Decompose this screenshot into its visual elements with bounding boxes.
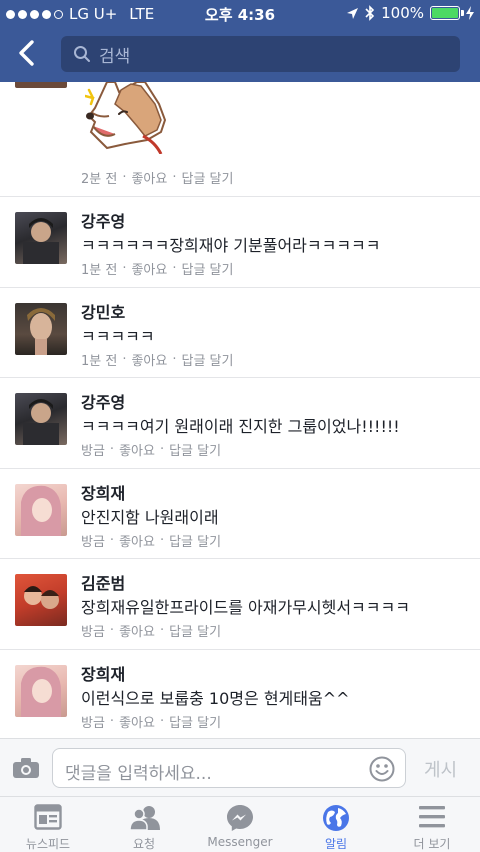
comment-composer: 댓글을 입력하세요... 게시	[0, 738, 480, 796]
back-button[interactable]	[12, 36, 44, 70]
comment-row: 장희재 안진지함 나원래이래 방금 · 좋아요 · 답글 달기	[0, 469, 480, 559]
commenter-name[interactable]: 강주영	[81, 389, 125, 413]
comment-row: 강주영 ㅋㅋㅋㅋ여기 원래이래 진지한 그룹이었나!!!!!! 방금 · 좋아요…	[0, 378, 480, 469]
comment-time: 1분 전	[81, 263, 118, 278]
avatar[interactable]	[15, 303, 67, 355]
top-bar: LG U+ LTE 오후 4:36 100% 검색	[0, 0, 480, 82]
post-button[interactable]: 게시	[424, 756, 457, 782]
comment-meta: 1분 전 · 좋아요 · 답글 달기	[81, 259, 234, 278]
like-link[interactable]: 좋아요	[119, 531, 155, 550]
comment-meta: 방금 · 좋아요 · 답글 달기	[81, 621, 222, 640]
friend-requests-icon	[130, 806, 160, 830]
like-link[interactable]: 좋아요	[119, 440, 155, 459]
avatar[interactable]	[15, 574, 67, 626]
avatar[interactable]	[15, 393, 67, 445]
comment-row: 2분 전 · 좋아요 · 답글 달기	[0, 82, 480, 197]
comments-feed[interactable]: 2분 전 · 좋아요 · 답글 달기 강주영 ㅋㅋㅋㅋㅋㅋ장희재야 기분풀어라ㅋ…	[0, 82, 480, 738]
reply-link[interactable]: 답글 달기	[182, 259, 234, 278]
comment-row: 강주영 ㅋㅋㅋㅋㅋㅋ장희재야 기분풀어라ㅋㅋㅋㅋㅋ 1분 전 · 좋아요 · 답…	[0, 197, 480, 288]
comment-time: 1분 전	[81, 354, 118, 369]
comment-text: 안진지함 나원래이래	[81, 508, 219, 527]
avatar-photo	[23, 399, 59, 445]
avatar-photo	[23, 218, 59, 264]
comment-time: 방금	[81, 716, 105, 731]
globe-icon	[323, 805, 349, 831]
bluetooth-icon	[365, 5, 375, 21]
menu-icon	[419, 806, 445, 828]
comment-text: ㅋㅋㅋㅋㅋㅋ장희재야 기분풀어라ㅋㅋㅋㅋㅋ	[81, 236, 381, 255]
tab-requests[interactable]: 요청	[96, 797, 192, 852]
avatar-photo	[27, 308, 55, 355]
tab-bar: 뉴스피드 요청 Messenger 알림 더 보기	[0, 796, 480, 852]
comment-text: 장희재유일한프라이드를 아재가무시헷서ㅋㅋㅋㅋ	[81, 598, 410, 617]
comment-meta: 방금 · 좋아요 · 답글 달기	[81, 440, 222, 459]
comment-row: 장희재 이런식으로 보룹충 10명은 현게태움^^ 방금 · 좋아요 · 답글 …	[0, 650, 480, 738]
newsfeed-icon	[34, 804, 62, 830]
avatar[interactable]	[15, 484, 67, 536]
reply-link[interactable]: 답글 달기	[169, 531, 221, 550]
tab-newsfeed[interactable]: 뉴스피드	[0, 797, 96, 852]
comment-text: 이런식으로 보룹충 10명은 현게태움^^	[81, 689, 350, 708]
avatar-photo	[24, 586, 59, 609]
tab-label: 요청	[132, 837, 156, 851]
avatar[interactable]	[15, 665, 67, 717]
search-placeholder: 검색	[99, 46, 131, 67]
chevron-left-icon	[19, 40, 34, 66]
comment-text: ㅋㅋㅋㅋ여기 원래이래 진지한 그룹이었나!!!!!!	[81, 417, 400, 436]
comment-text: ㅋㅋㅋㅋㅋ	[81, 327, 155, 346]
like-link[interactable]: 좋아요	[119, 621, 155, 640]
dog-sticker-icon	[85, 82, 167, 154]
commenter-name[interactable]: 강주영	[81, 208, 125, 232]
comment-meta: 방금 · 좋아요 · 답글 달기	[81, 712, 222, 731]
commenter-name[interactable]: 장희재	[81, 661, 125, 685]
tab-label: 더 보기	[413, 837, 451, 851]
comment-input[interactable]: 댓글을 입력하세요...	[52, 748, 406, 788]
tab-label: 알림	[324, 837, 348, 851]
charging-icon	[466, 6, 474, 20]
comment-placeholder: 댓글을 입력하세요...	[65, 764, 212, 784]
like-link[interactable]: 좋아요	[119, 712, 155, 731]
comment-row: 강민호 ㅋㅋㅋㅋㅋ 1분 전 · 좋아요 · 답글 달기	[0, 288, 480, 378]
camera-button[interactable]	[12, 757, 40, 779]
comment-meta: 1분 전 · 좋아요 · 답글 달기	[81, 350, 234, 369]
comment-time: 2분 전	[81, 172, 118, 187]
tab-messenger[interactable]: Messenger	[192, 797, 288, 852]
emoji-icon[interactable]	[369, 756, 395, 782]
reply-link[interactable]: 답글 달기	[182, 168, 234, 187]
reply-link[interactable]: 답글 달기	[182, 350, 234, 369]
comment-meta: 2분 전 · 좋아요 · 답글 달기	[81, 168, 234, 187]
status-bar: LG U+ LTE 오후 4:36 100%	[0, 0, 480, 26]
avatar[interactable]	[15, 82, 67, 88]
comment-time: 방금	[81, 535, 105, 550]
avatar[interactable]	[15, 212, 67, 264]
avatar-photo	[21, 666, 61, 717]
tab-more[interactable]: 더 보기	[384, 797, 480, 852]
like-link[interactable]: 좋아요	[131, 259, 167, 278]
messenger-icon	[227, 805, 253, 831]
commenter-name[interactable]: 김준범	[81, 570, 125, 594]
commenter-name[interactable]: 강민호	[81, 299, 125, 323]
commenter-name[interactable]: 장희재	[81, 480, 125, 504]
reply-link[interactable]: 답글 달기	[169, 621, 221, 640]
location-arrow-icon	[347, 7, 359, 19]
comment-time: 방금	[81, 444, 105, 459]
comment-meta: 방금 · 좋아요 · 답글 달기	[81, 531, 222, 550]
like-link[interactable]: 좋아요	[131, 350, 167, 369]
avatar-photo	[21, 485, 61, 536]
comment-time: 방금	[81, 625, 105, 640]
comment-row: 김준범 장희재유일한프라이드를 아재가무시헷서ㅋㅋㅋㅋ 방금 · 좋아요 · 답…	[0, 559, 480, 650]
tab-label: Messenger	[207, 835, 273, 849]
search-input[interactable]: 검색	[61, 36, 460, 72]
search-icon	[74, 46, 90, 62]
reply-link[interactable]: 답글 달기	[169, 712, 221, 731]
battery-icon	[430, 6, 464, 20]
like-link[interactable]: 좋아요	[131, 168, 167, 187]
status-right: 100%	[346, 4, 474, 22]
camera-icon	[13, 758, 39, 778]
battery-percent: 100%	[381, 4, 424, 22]
reply-link[interactable]: 답글 달기	[169, 440, 221, 459]
tab-label: 뉴스피드	[25, 837, 71, 851]
tab-notifications[interactable]: 알림	[288, 797, 384, 852]
